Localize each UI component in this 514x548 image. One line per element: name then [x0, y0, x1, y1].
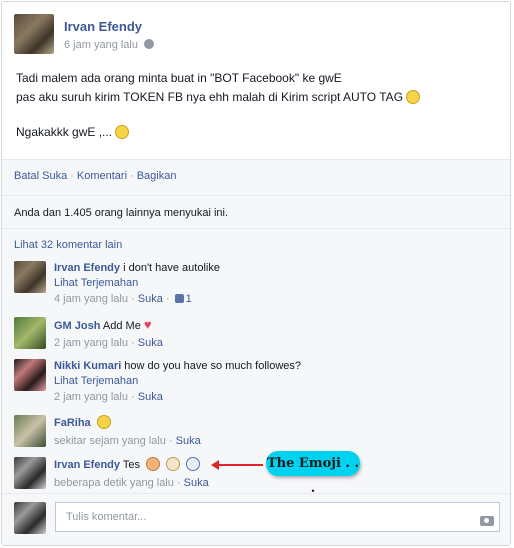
annotation-arrow	[215, 464, 263, 466]
comment-meta: 2 jam yang lalu · Suka	[54, 337, 163, 349]
post-card: Irvan Efendy 6 jam yang lalu Tadi malem …	[1, 1, 511, 546]
unlike-button[interactable]: Batal Suka	[14, 170, 67, 182]
share-button[interactable]: Bagikan	[137, 170, 177, 182]
see-translation-link[interactable]: Lihat Terjemahan	[54, 375, 138, 387]
author-avatar[interactable]	[14, 14, 54, 54]
commenter-name[interactable]: Irvan Efendy	[54, 262, 120, 274]
commenter-name[interactable]: Irvan Efendy	[54, 459, 120, 471]
commenter-avatar[interactable]	[14, 359, 46, 391]
arrow-head-icon	[211, 460, 219, 470]
action-bar: Batal Suka · Komentari · Bagikan	[14, 170, 176, 182]
comment-body: FaRiha	[54, 415, 111, 431]
tongue-smile-emoji-icon	[406, 90, 421, 104]
baby-face-emoji-icon	[166, 457, 181, 471]
worried-emoji-icon	[96, 415, 111, 429]
like-count[interactable]: 1	[186, 293, 192, 305]
comment-text: how do you have so much followes?	[121, 360, 302, 372]
like-button[interactable]: Suka	[138, 337, 163, 349]
commenter-avatar[interactable]	[14, 457, 46, 489]
view-more-comments[interactable]: Lihat 32 komentar lain	[14, 239, 122, 251]
commenter-avatar[interactable]	[14, 317, 46, 349]
post-author[interactable]: Irvan Efendy	[64, 19, 142, 34]
divider	[2, 493, 510, 494]
grin-emoji-icon	[115, 125, 130, 139]
commenter-name[interactable]: FaRiha	[54, 417, 91, 429]
waving-hand-emoji-icon	[186, 457, 201, 471]
post-text-line-2: pas aku suruh kirim TOKEN FB nya ehh mal…	[16, 90, 421, 104]
commenter-name[interactable]: GM Josh	[54, 320, 100, 332]
comment-body: Irvan Efendy i don't have autolike	[54, 261, 220, 276]
comment-text: i don't have autolike	[120, 262, 220, 274]
comment-meta: 4 jam yang lalu · Suka · 1	[54, 293, 192, 305]
like-button[interactable]: Suka	[138, 391, 163, 403]
likes-summary: Anda dan 1.405 orang lainnya menyukai in…	[14, 207, 228, 219]
like-button[interactable]: Suka	[184, 477, 209, 489]
comment-button[interactable]: Komentari	[77, 170, 127, 182]
comment-input[interactable]	[55, 502, 500, 532]
boy-face-emoji-icon	[146, 457, 161, 471]
heart-icon: ♥	[143, 317, 152, 332]
comment-text: Tes	[120, 459, 141, 471]
commenter-avatar[interactable]	[14, 261, 46, 293]
comment-text: Add Me	[100, 320, 141, 332]
divider	[2, 159, 510, 160]
globe-icon[interactable]	[144, 39, 154, 49]
emoji-annotation-bubble: The Emoji . . .	[266, 451, 360, 496]
post-time[interactable]: 6 jam yang lalu	[64, 39, 138, 51]
comment-body: Nikki Kumari how do you have so much fol…	[54, 359, 301, 374]
comment-meta: beberapa detik yang lalu · Suka	[54, 477, 209, 489]
camera-icon[interactable]	[480, 516, 494, 526]
see-translation-link[interactable]: Lihat Terjemahan	[54, 277, 138, 289]
likes-text[interactable]: Anda dan 1.405 orang lainnya menyukai in…	[14, 207, 228, 219]
like-button[interactable]: Suka	[138, 293, 163, 305]
commenter-avatar[interactable]	[14, 415, 46, 447]
comment-time[interactable]: 2 jam yang lalu	[54, 391, 128, 403]
post-text-line-1: Tadi malem ada orang minta buat in "BOT …	[16, 71, 342, 85]
comment-meta: sekitar sejam yang lalu · Suka	[54, 435, 201, 447]
comment-time[interactable]: beberapa detik yang lalu	[54, 477, 174, 489]
comment-time[interactable]: 2 jam yang lalu	[54, 337, 128, 349]
like-button[interactable]: Suka	[176, 435, 201, 447]
comment-meta: 2 jam yang lalu · Suka	[54, 391, 163, 403]
commenter-name[interactable]: Nikki Kumari	[54, 360, 121, 372]
divider	[2, 228, 510, 229]
comment-body: Irvan Efendy Tes	[54, 457, 201, 473]
separator-dot: ·	[70, 170, 74, 182]
post-text-line-3: Ngakakkk gwE ,...	[16, 125, 130, 139]
comment-body: GM Josh Add Me ♥	[54, 317, 152, 334]
comment-time[interactable]: sekitar sejam yang lalu	[54, 435, 166, 447]
translate-link: Lihat Terjemahan	[54, 375, 138, 387]
divider	[2, 195, 510, 196]
thumbs-up-icon	[174, 294, 184, 303]
translate-link: Lihat Terjemahan	[54, 277, 138, 289]
current-user-avatar	[14, 502, 46, 534]
separator-dot: ·	[130, 170, 134, 182]
comment-time[interactable]: 4 jam yang lalu	[54, 293, 128, 305]
